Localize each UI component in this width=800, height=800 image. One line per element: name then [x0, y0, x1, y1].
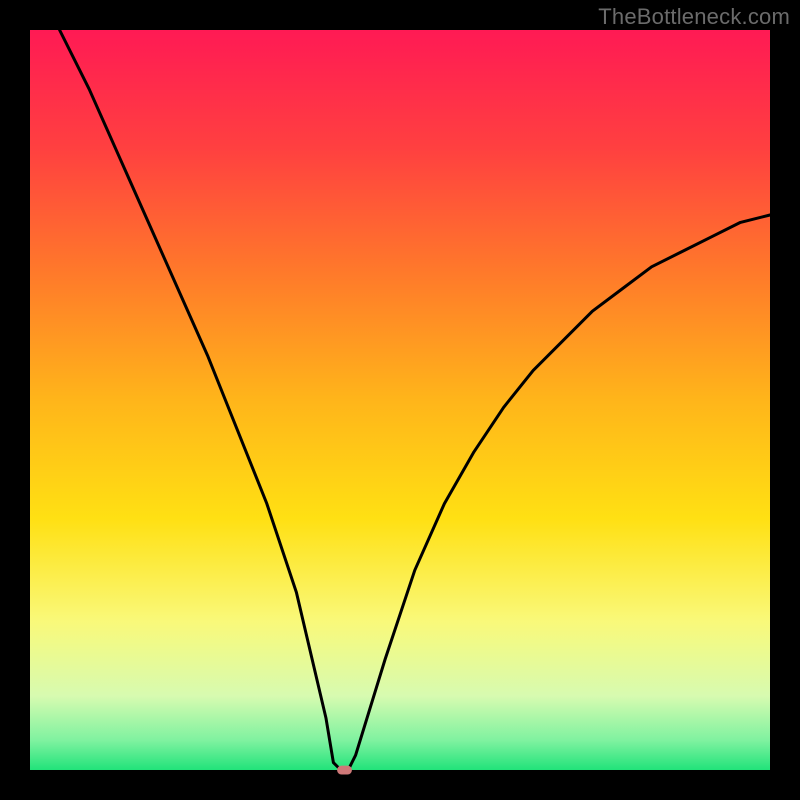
plot-background — [30, 30, 770, 770]
optimal-marker — [337, 766, 352, 775]
chart-frame: TheBottleneck.com — [0, 0, 800, 800]
chart-svg — [0, 0, 800, 800]
watermark-text: TheBottleneck.com — [598, 4, 790, 30]
